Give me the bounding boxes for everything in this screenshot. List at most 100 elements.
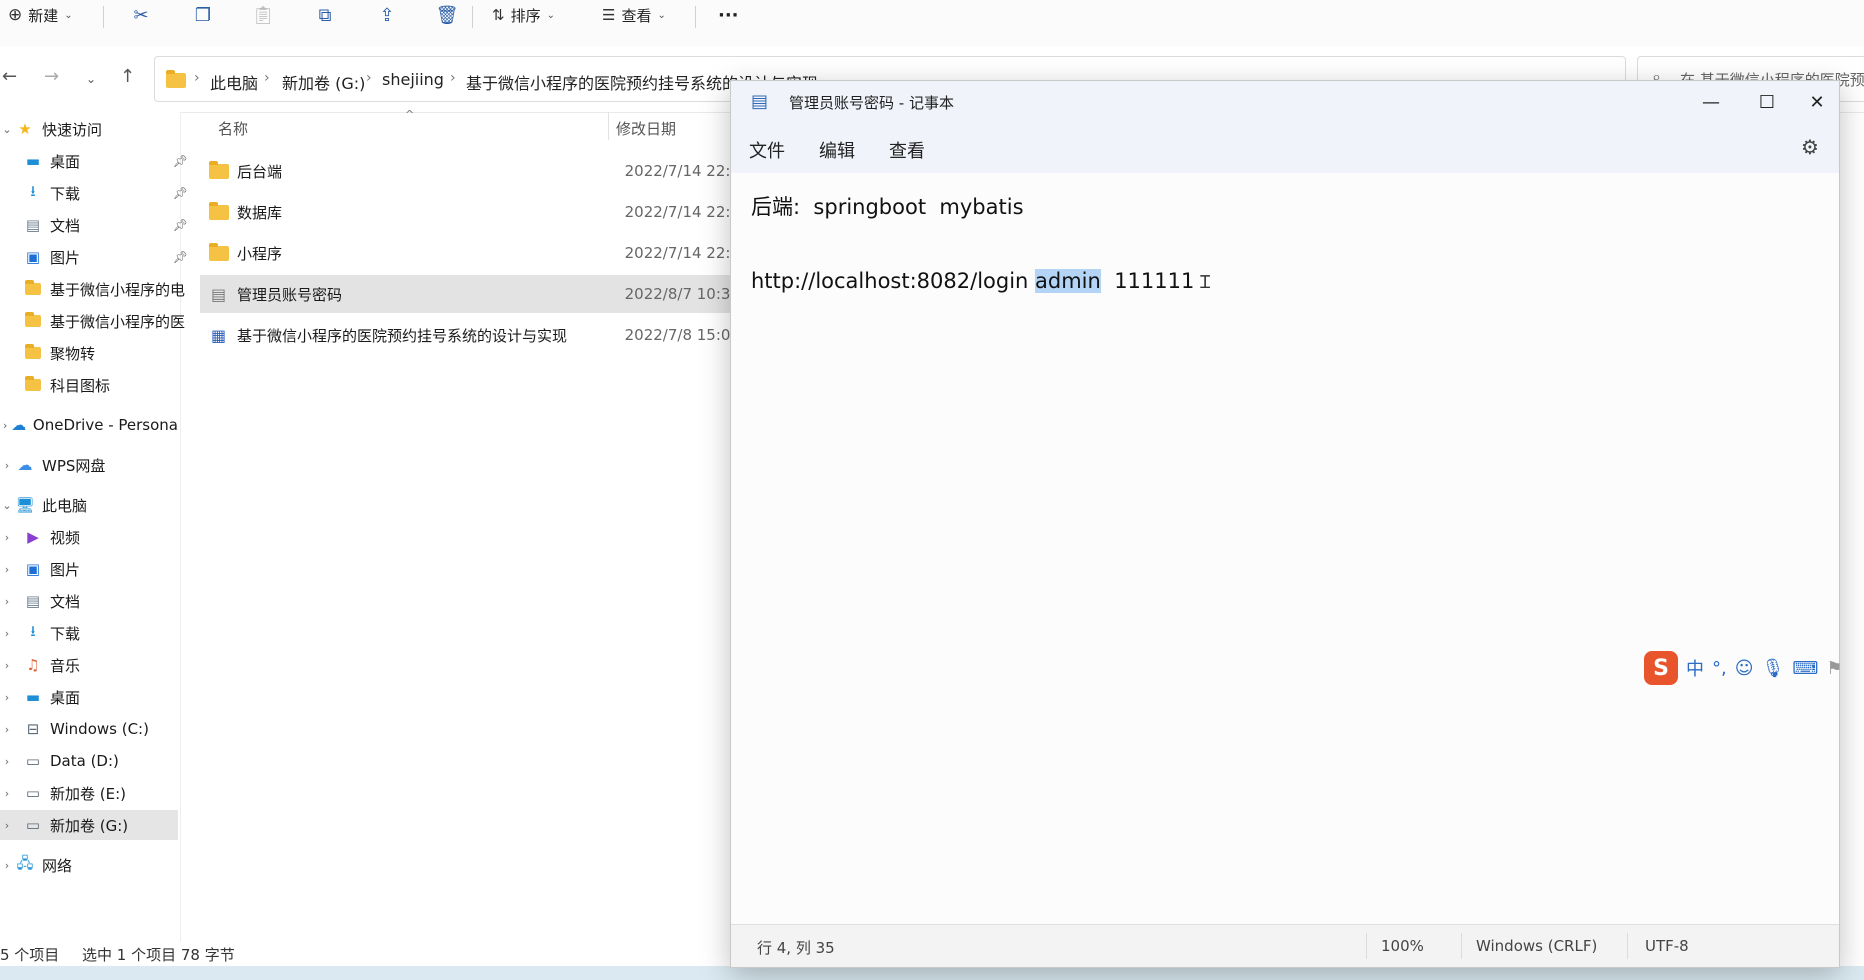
sidebar-item-pc-documents[interactable]: › ▤ 文档: [0, 586, 178, 616]
close-icon[interactable]: ✕: [1795, 87, 1839, 117]
sort-icon: ⇅: [492, 6, 505, 24]
keyboard-icon[interactable]: ⌨: [1792, 658, 1818, 679]
paste-icon[interactable]: 📋︎: [250, 2, 276, 28]
sidebar-item-desktop[interactable]: ▬ 桌面 📌︎: [0, 146, 200, 176]
sidebar-item-drive-g[interactable]: › ▭ 新加卷 (G:): [0, 810, 178, 840]
sidebar-item-label: 下载: [50, 624, 81, 643]
sidebar-item-onedrive[interactable]: › ☁ OneDrive - Persona: [0, 410, 178, 440]
new-button-label: 新建: [28, 6, 59, 25]
settings-gear-icon[interactable]: ⚙: [1801, 135, 1819, 159]
sidebar-item-label: 桌面: [50, 688, 81, 707]
file-date: 2022/7/14 22:1: [624, 203, 740, 221]
sidebar-item-pc-downloads[interactable]: › ⭳ 下载: [0, 618, 178, 648]
menu-file[interactable]: 文件: [749, 137, 785, 163]
view-button-label: 查看: [621, 6, 652, 25]
file-date: 2022/7/8 15:08: [624, 326, 740, 344]
punctuation-icon[interactable]: °,: [1712, 658, 1727, 679]
sidebar-item-folder[interactable]: 科目图标: [0, 370, 200, 400]
sidebar-item-label: 文档: [50, 216, 81, 235]
sidebar-item-label: 音乐: [50, 656, 81, 675]
chevron-down-icon: ⌄: [2, 498, 12, 512]
sidebar-item-network[interactable]: › 🖧︎ 网络: [0, 850, 178, 880]
chevron-down-icon: ⌄: [64, 9, 73, 21]
column-header-date[interactable]: 修改日期: [616, 118, 676, 139]
chevron-right-icon: ›: [264, 70, 270, 86]
column-header-name[interactable]: 名称: [218, 118, 248, 139]
toolbar-divider: [103, 6, 104, 28]
pin-icon[interactable]: 📌︎: [173, 154, 188, 168]
sidebar-item-this-pc[interactable]: ⌄ 🖥︎ 此电脑: [0, 490, 178, 520]
picture-icon: ▣: [25, 248, 41, 266]
sort-button[interactable]: ⇅ 排序 ⌄: [492, 0, 555, 30]
notepad-icon: ▤: [751, 91, 769, 112]
ime-language-toggle[interactable]: 中: [1686, 655, 1704, 681]
computer-icon: 🖥︎: [15, 496, 35, 514]
chevron-right-icon: ›: [4, 818, 10, 832]
delete-icon[interactable]: 🗑︎: [434, 2, 460, 28]
file-row[interactable]: ▦ 基于微信小程序的医院预约挂号系统的设计与实现 2022/7/8 15:08: [200, 316, 740, 354]
ime-tools-icon[interactable]: ⚑: [1826, 658, 1842, 679]
pin-icon[interactable]: 📌︎: [173, 218, 188, 232]
new-button[interactable]: ⊕ 新建 ⌄: [8, 0, 73, 30]
pin-icon[interactable]: 📌︎: [173, 186, 188, 200]
file-row[interactable]: 后台端 2022/7/14 22:1: [200, 152, 740, 190]
sidebar-item-folder[interactable]: 基于微信小程序的电: [0, 274, 200, 304]
sidebar-item-label: 新加卷 (E:): [50, 784, 127, 803]
sidebar-item-folder[interactable]: 聚物转: [0, 338, 200, 368]
file-row[interactable]: 数据库 2022/7/14 22:1: [200, 193, 740, 231]
status-divider: [1461, 933, 1462, 959]
chevron-down-icon: ⌄: [657, 9, 666, 21]
copy-icon[interactable]: ❐: [190, 2, 216, 28]
minimize-icon[interactable]: —: [1689, 87, 1733, 117]
sidebar-item-label: 图片: [50, 248, 81, 267]
sidebar-item-pictures[interactable]: ▣ 图片 📌︎: [0, 242, 200, 272]
breadcrumb-drive-g[interactable]: 新加卷 (G:): [282, 70, 365, 94]
microphone-icon[interactable]: 🎙︎: [1762, 658, 1785, 679]
sidebar-item-folder[interactable]: 基于微信小程序的医: [0, 306, 200, 336]
rename-icon[interactable]: ⧉: [312, 2, 338, 28]
notepad-title-bar[interactable]: ▤ 管理员账号密码 - 记事本 — ☐ ✕: [731, 81, 1839, 123]
breadcrumb-shejiing[interactable]: shejiing: [382, 70, 444, 89]
maximize-icon[interactable]: ☐: [1745, 87, 1789, 117]
sidebar-item-documents[interactable]: ▤ 文档 📌︎: [0, 210, 200, 240]
sidebar-item-downloads[interactable]: ⭳ 下载 📌︎: [0, 178, 200, 208]
line-password-text: 111111: [1100, 269, 1195, 293]
desktop-icon: ▬: [25, 152, 41, 170]
sidebar-item-videos[interactable]: › ▶ 视频: [0, 522, 178, 552]
sidebar-item-drive-e[interactable]: › ▭ 新加卷 (E:): [0, 778, 178, 808]
sidebar-item-drive-c[interactable]: › ⊟ Windows (C:): [0, 714, 178, 744]
file-row-selected[interactable]: ▤ 管理员账号密码 2022/8/7 10:37: [200, 275, 740, 313]
sidebar-item-label: 视频: [50, 528, 81, 547]
back-arrow-icon[interactable]: ←: [2, 66, 17, 87]
view-button[interactable]: ☰ 查看 ⌄: [602, 0, 666, 30]
chevron-right-icon: ›: [4, 562, 10, 576]
forward-arrow-icon[interactable]: →: [44, 66, 59, 87]
recent-chevron-icon[interactable]: ⌄: [86, 72, 96, 86]
pin-icon[interactable]: 📌︎: [173, 250, 188, 264]
text-file-icon: ▤: [210, 284, 227, 304]
more-button[interactable]: ···: [718, 0, 739, 30]
sidebar-item-quick-access[interactable]: ⌄ ★ 快速访问: [0, 114, 178, 144]
navigation-pane: ⌄ ★ 快速访问 ▬ 桌面 📌︎ ⭳ 下载 📌︎ ▤ 文档 📌︎ ▣ 图片 📌︎…: [0, 112, 188, 942]
sidebar-item-label: 快速访问: [42, 120, 103, 139]
sidebar-item-pc-pictures[interactable]: › ▣ 图片: [0, 554, 178, 584]
menu-view[interactable]: 查看: [889, 137, 925, 163]
notepad-window: ▤ 管理员账号密码 - 记事本 — ☐ ✕ 文件 编辑 查看 ⚙ 后端: spr…: [730, 80, 1840, 968]
sidebar-item-wps[interactable]: › ☁ WPS网盘: [0, 450, 178, 480]
breadcrumb-this-pc[interactable]: 此电脑: [210, 70, 258, 94]
share-icon[interactable]: ⇪: [374, 2, 400, 28]
sogou-logo-icon[interactable]: S: [1644, 651, 1678, 685]
menu-edit[interactable]: 编辑: [819, 137, 855, 163]
text-editor-area[interactable]: 后端: springboot mybatis http://localhost:…: [731, 173, 1839, 925]
cut-icon[interactable]: ✂: [128, 2, 154, 28]
status-divider: [1366, 933, 1367, 959]
sidebar-item-drive-d[interactable]: › ▭ Data (D:): [0, 746, 178, 776]
file-row[interactable]: 小程序 2022/7/14 22:1: [200, 234, 740, 272]
sidebar-item-label: 网络: [42, 856, 73, 875]
emoji-icon[interactable]: ☺: [1735, 658, 1754, 679]
sidebar-item-pc-desktop[interactable]: › ▬ 桌面: [0, 682, 178, 712]
sidebar-item-music[interactable]: › ♫ 音乐: [0, 650, 178, 680]
chevron-right-icon: ›: [4, 594, 10, 608]
up-arrow-icon[interactable]: ↑: [120, 66, 135, 87]
desktop-icon: ▬: [25, 688, 41, 706]
